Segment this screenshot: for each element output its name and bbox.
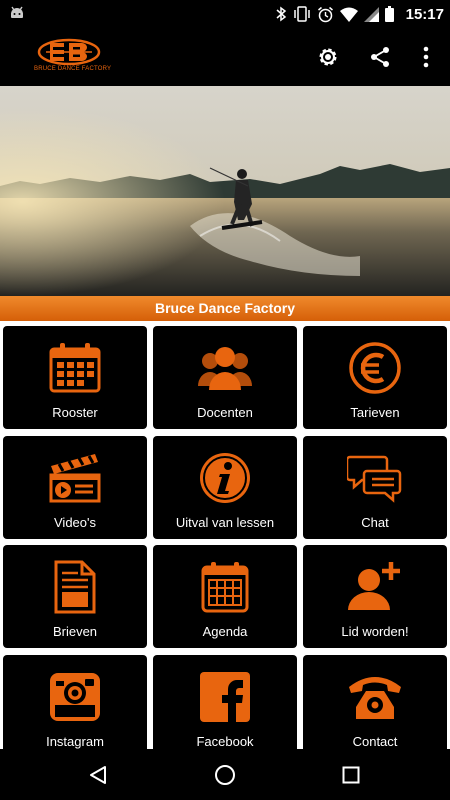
menu-item-videos[interactable]: Video's: [3, 436, 147, 539]
menu-item-instagram[interactable]: Instagram: [3, 655, 147, 749]
overflow-menu-icon: [423, 46, 429, 68]
alarm-icon: [317, 6, 333, 22]
menu-item-label: Agenda: [202, 624, 248, 639]
euro-icon: [349, 342, 401, 394]
hero-image: [0, 86, 450, 296]
menu-item-label: Lid worden!: [341, 624, 409, 639]
telephone-icon: [349, 677, 401, 719]
back-icon: [90, 766, 106, 784]
chat-bubbles-icon: [347, 455, 402, 503]
menu-item-facebook[interactable]: Facebook: [153, 655, 297, 749]
battery-icon: [384, 6, 394, 22]
info-icon: [200, 453, 250, 503]
menu-item-chat[interactable]: Chat: [303, 436, 447, 539]
people-icon: [198, 347, 252, 390]
add-person-icon: [348, 562, 400, 610]
share-icon: [371, 47, 389, 67]
menu-item-label: Brieven: [52, 624, 98, 639]
home-button[interactable]: [210, 760, 240, 790]
menu-item-label: Instagram: [46, 734, 104, 749]
recents-icon: [342, 766, 360, 784]
menu-item-brieven[interactable]: Brieven: [3, 545, 147, 648]
logo-icon[interactable]: [36, 38, 102, 78]
video-clapper-icon: [49, 454, 101, 503]
menu-item-agenda[interactable]: Agenda: [153, 545, 297, 648]
menu-item-contact[interactable]: Contact: [303, 655, 447, 749]
instagram-icon: [50, 673, 100, 721]
calendar-grid-icon: [49, 343, 101, 393]
menu-item-label: Rooster: [52, 405, 98, 420]
banner-title: Bruce Dance Factory: [0, 296, 450, 321]
menu-item-label: Tarieven: [350, 405, 400, 420]
wifi-icon: [339, 7, 358, 22]
android-icon: [11, 6, 23, 18]
menu-item-label: Uitval van lessen: [175, 515, 275, 530]
vibrate-icon: [293, 6, 310, 22]
toolbar: BRUCE DANCE FACTORY: [0, 28, 450, 86]
clock: 15:17: [405, 5, 444, 23]
back-button[interactable]: [83, 760, 113, 790]
menu-item-label: Docenten: [197, 405, 253, 420]
status-bar: 15:17: [0, 0, 450, 28]
menu-item-label: Contact: [352, 734, 398, 749]
recents-button[interactable]: [336, 760, 366, 790]
settings-button[interactable]: [312, 41, 344, 73]
menu-item-docenten[interactable]: Docenten: [153, 326, 297, 429]
menu-grid: Rooster Docenten Tarieven Video's Uitval…: [0, 321, 450, 749]
navigation-bar: [0, 749, 450, 800]
menu-item-rooster[interactable]: Rooster: [3, 326, 147, 429]
menu-item-label: Video's: [54, 515, 96, 530]
agenda-icon: [201, 562, 249, 613]
document-icon: [54, 560, 96, 614]
menu-item-tarieven[interactable]: Tarieven: [303, 326, 447, 429]
logo-text: BRUCE DANCE FACTORY: [34, 66, 112, 72]
facebook-icon: [200, 672, 250, 722]
menu-item-uitval-van-lessen[interactable]: Uitval van lessen: [153, 436, 297, 539]
share-button[interactable]: [364, 41, 396, 73]
menu-item-label: Chat: [361, 515, 389, 530]
bluetooth-icon: [276, 6, 286, 22]
overflow-menu-button[interactable]: [410, 41, 442, 73]
menu-item-lid-worden[interactable]: Lid worden!: [303, 545, 447, 648]
signal-icon: [363, 6, 379, 22]
home-icon: [215, 765, 235, 785]
menu-item-label: Facebook: [196, 734, 254, 749]
settings-icon: [319, 48, 337, 66]
